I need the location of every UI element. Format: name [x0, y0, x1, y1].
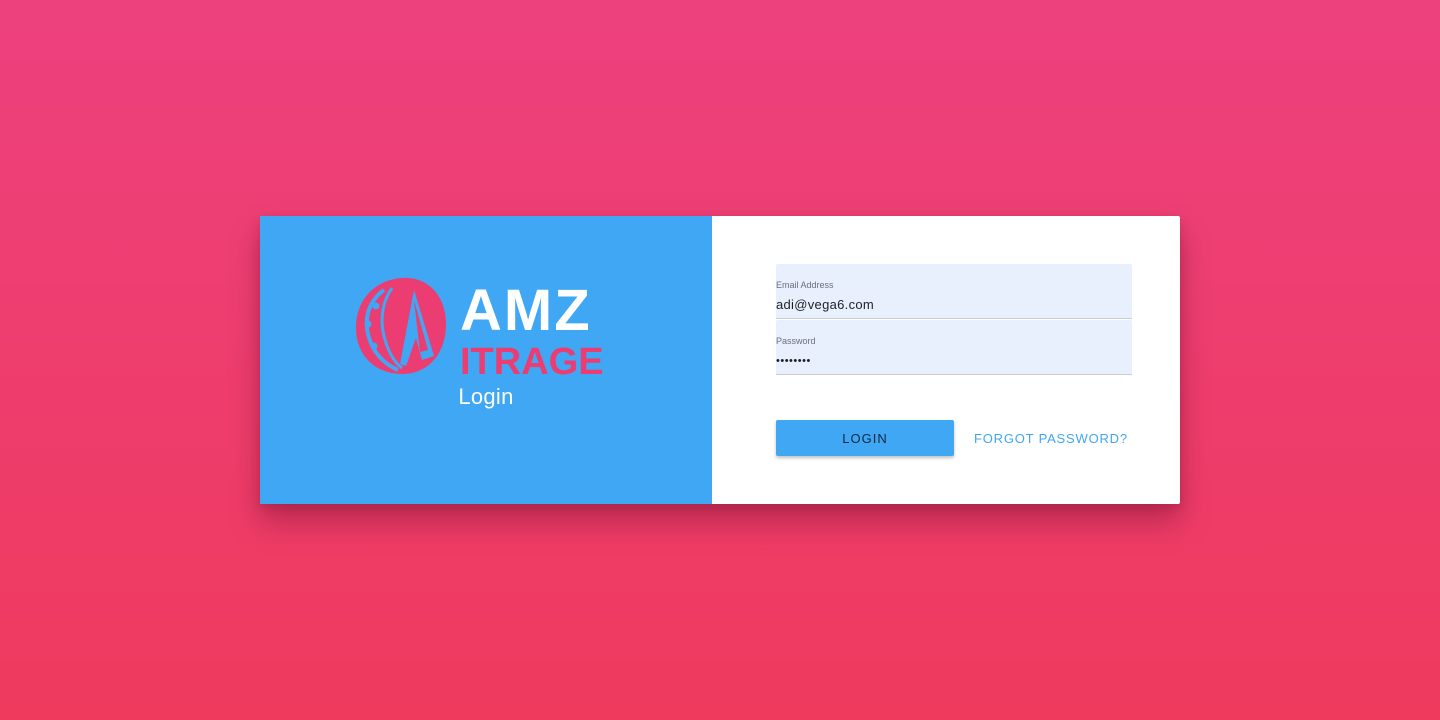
amz-itrage-logo: AMZ ITRAGE — [354, 276, 620, 376]
password-field[interactable]: Password — [776, 320, 1132, 375]
page-title: Login — [458, 384, 514, 409]
password-label: Password — [776, 336, 816, 346]
login-form: Email Address Password LOGIN FORGOT PASS… — [712, 216, 1180, 504]
email-input[interactable] — [776, 297, 1116, 312]
login-button[interactable]: LOGIN — [776, 420, 954, 456]
password-input[interactable] — [776, 355, 1116, 367]
email-label: Email Address — [776, 280, 834, 290]
brand-panel: AMZ ITRAGE Login — [260, 216, 712, 504]
logo-emblem-icon — [356, 277, 446, 374]
forgot-password-link[interactable]: FORGOT PASSWORD? — [974, 431, 1128, 446]
logo-itrage-text: ITRAGE — [460, 341, 604, 376]
email-field[interactable]: Email Address — [776, 264, 1132, 319]
login-card: AMZ ITRAGE Login Email Address Password … — [260, 216, 1180, 504]
logo-amz-text: AMZ — [460, 278, 592, 343]
